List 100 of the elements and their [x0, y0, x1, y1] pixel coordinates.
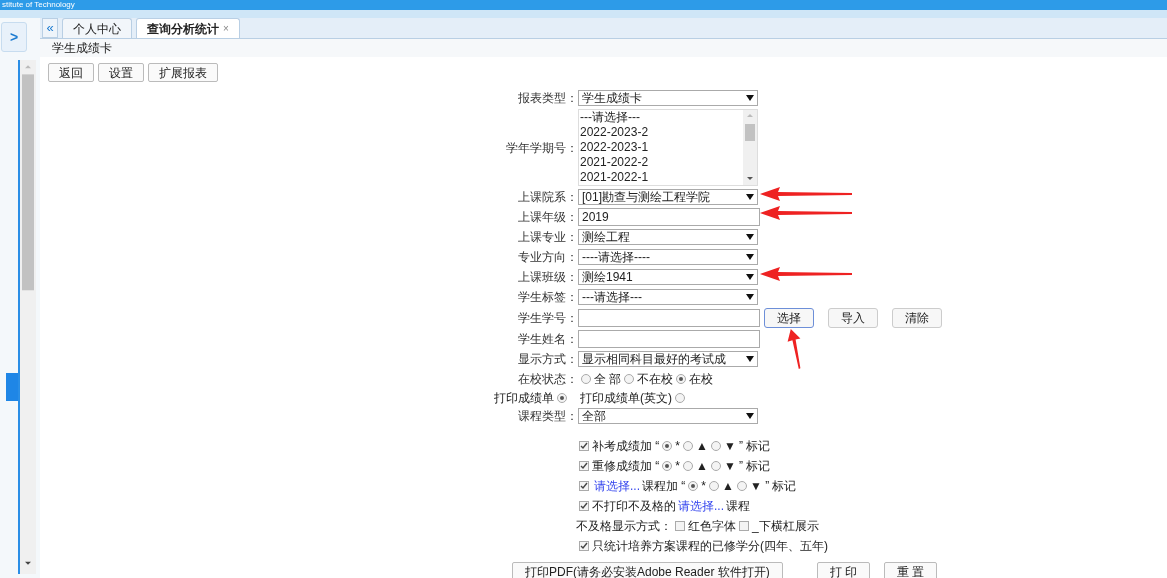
checkbox[interactable] [579, 501, 589, 511]
link[interactable]: 请选择... [678, 497, 724, 515]
radio-label: 打印成绩单 [494, 389, 554, 407]
option-text: ▼ ” 标记 [749, 478, 797, 495]
radio-button[interactable] [683, 441, 693, 451]
dropdown[interactable]: ----请选择---- [578, 249, 758, 265]
field-label: 学生学号： [517, 310, 578, 327]
field-label: 在校状态： [517, 371, 578, 388]
field-label: 上课年级： [517, 209, 578, 226]
action-button[interactable]: 重 置 [884, 562, 938, 578]
list-option[interactable]: 2022-2023-1 [579, 140, 743, 155]
link[interactable]: 请选择... [594, 477, 640, 495]
option-text: * [675, 438, 680, 455]
list-option[interactable]: 2021-2022-2 [579, 155, 743, 170]
field-label: 学生标签： [517, 289, 578, 306]
checkbox[interactable] [579, 481, 589, 491]
input-field[interactable] [578, 330, 760, 348]
input-field[interactable]: 2019 [578, 208, 760, 226]
sidebar-toggle[interactable]: > [1, 22, 27, 52]
page-title: 学生成绩卡 [52, 40, 112, 57]
field-label: 报表类型： [517, 90, 578, 107]
option-text: _下横杠展示 [752, 518, 819, 535]
dropdown[interactable]: 测绘工程 [578, 229, 758, 245]
option-text: ▼ ” 标记 [723, 438, 771, 455]
radio-button[interactable] [557, 392, 567, 403]
option-text: 红色字体 [688, 518, 736, 535]
tab[interactable]: 个人中心 [62, 18, 132, 38]
action-button[interactable]: 打印PDF(请务必安装Adobe Reader 软件打开) [512, 562, 783, 578]
dropdown-caret-icon [746, 274, 754, 280]
field-label: 上课班级： [517, 269, 578, 286]
dropdown-caret-icon [746, 194, 754, 200]
dropdown[interactable]: 学生成绩卡 [578, 90, 758, 106]
option-text: ▲ [722, 478, 734, 495]
dropdown[interactable]: [01]勘查与测绘工程学院 [578, 189, 758, 205]
input-field[interactable] [578, 309, 760, 327]
field-label: 学年学期号： [505, 139, 578, 157]
dropdown[interactable]: ---请选择--- [578, 289, 758, 305]
dropdown[interactable]: 显示相同科目最好的考试成 [578, 351, 758, 367]
radio-button[interactable] [581, 374, 591, 384]
dropdown-caret-icon [746, 234, 754, 240]
dropdown-caret-icon [746, 413, 754, 419]
radio-button[interactable] [709, 481, 720, 491]
header-title: stitute of Technology [2, 0, 75, 10]
radio-button[interactable] [688, 481, 699, 491]
checkbox[interactable] [579, 441, 589, 451]
option-text: ▲ [696, 458, 708, 475]
dropdown-caret-icon [746, 254, 754, 260]
radio-button[interactable] [624, 374, 635, 384]
checkbox[interactable] [675, 521, 685, 531]
checkbox[interactable] [579, 461, 589, 471]
option-text: 课程 [726, 498, 750, 515]
option-text: * [701, 478, 707, 495]
radio-label: 全 部 [594, 371, 622, 388]
option-text: 不及格显示方式： [576, 518, 672, 535]
field-label: 显示方式： [517, 351, 578, 368]
option-text: ▲ [696, 438, 708, 455]
radio-label: 打印成绩单(英文) [580, 389, 672, 407]
option-text: 只统计培养方案课程的已修学分(四年、五年) [592, 538, 828, 555]
radio-button[interactable] [676, 374, 687, 384]
dropdown-caret-icon [746, 95, 754, 101]
radio-button[interactable] [736, 481, 747, 491]
radio-button[interactable] [710, 441, 721, 451]
dropdown[interactable]: 全部 [578, 408, 758, 424]
option-text: 补考成绩加 “ [592, 438, 660, 455]
action-button[interactable]: 打 印 [816, 562, 871, 578]
option-text: 不打印不及格的 [592, 498, 676, 515]
radio-button[interactable] [683, 461, 693, 471]
toolbar-button[interactable]: 设置 [98, 63, 144, 82]
form-button[interactable]: 导入 [828, 308, 878, 328]
tab[interactable]: 查询分析统计 × [136, 18, 240, 38]
dropdown-caret-icon [746, 356, 754, 362]
field-label: 学生姓名： [517, 331, 578, 348]
collapse-button[interactable]: « [42, 18, 58, 38]
dropdown[interactable]: 测绘1941 [578, 269, 758, 285]
field-label: 课程类型： [517, 408, 578, 425]
form-button[interactable]: 选择 [764, 308, 814, 328]
radio-label: 在校 [689, 371, 714, 388]
option-text: * [675, 458, 680, 475]
toolbar-button[interactable]: 扩展报表 [148, 63, 218, 82]
radio-label: 不在校 [637, 371, 674, 388]
list-option[interactable]: 2021-2022-1 [579, 170, 743, 185]
field-label: 上课专业： [517, 229, 578, 246]
option-text: 重修成绩加 “ [592, 458, 660, 475]
list-option[interactable]: 2022-2023-2 [579, 125, 743, 140]
radio-button[interactable] [662, 461, 673, 471]
checkbox[interactable] [739, 521, 749, 531]
option-text: ▼ ” 标记 [723, 458, 771, 475]
list-box[interactable]: ---请选择--- 2022-2023-2 2022-2023-1 2021-2022-2 2021-2022-1 [578, 109, 758, 186]
field-label: 专业方向： [517, 249, 578, 266]
radio-button[interactable] [675, 392, 685, 403]
dropdown-caret-icon [746, 294, 754, 300]
radio-button[interactable] [662, 441, 673, 451]
radio-button[interactable] [710, 461, 721, 471]
checkbox[interactable] [579, 541, 589, 551]
form-button[interactable]: 清除 [892, 308, 942, 328]
list-option[interactable]: ---请选择--- [579, 110, 743, 125]
close-icon[interactable]: × [223, 21, 229, 36]
option-text: 课程加 “ [642, 478, 686, 495]
field-label: 上课院系： [517, 189, 578, 206]
toolbar-button[interactable]: 返回 [48, 63, 94, 82]
